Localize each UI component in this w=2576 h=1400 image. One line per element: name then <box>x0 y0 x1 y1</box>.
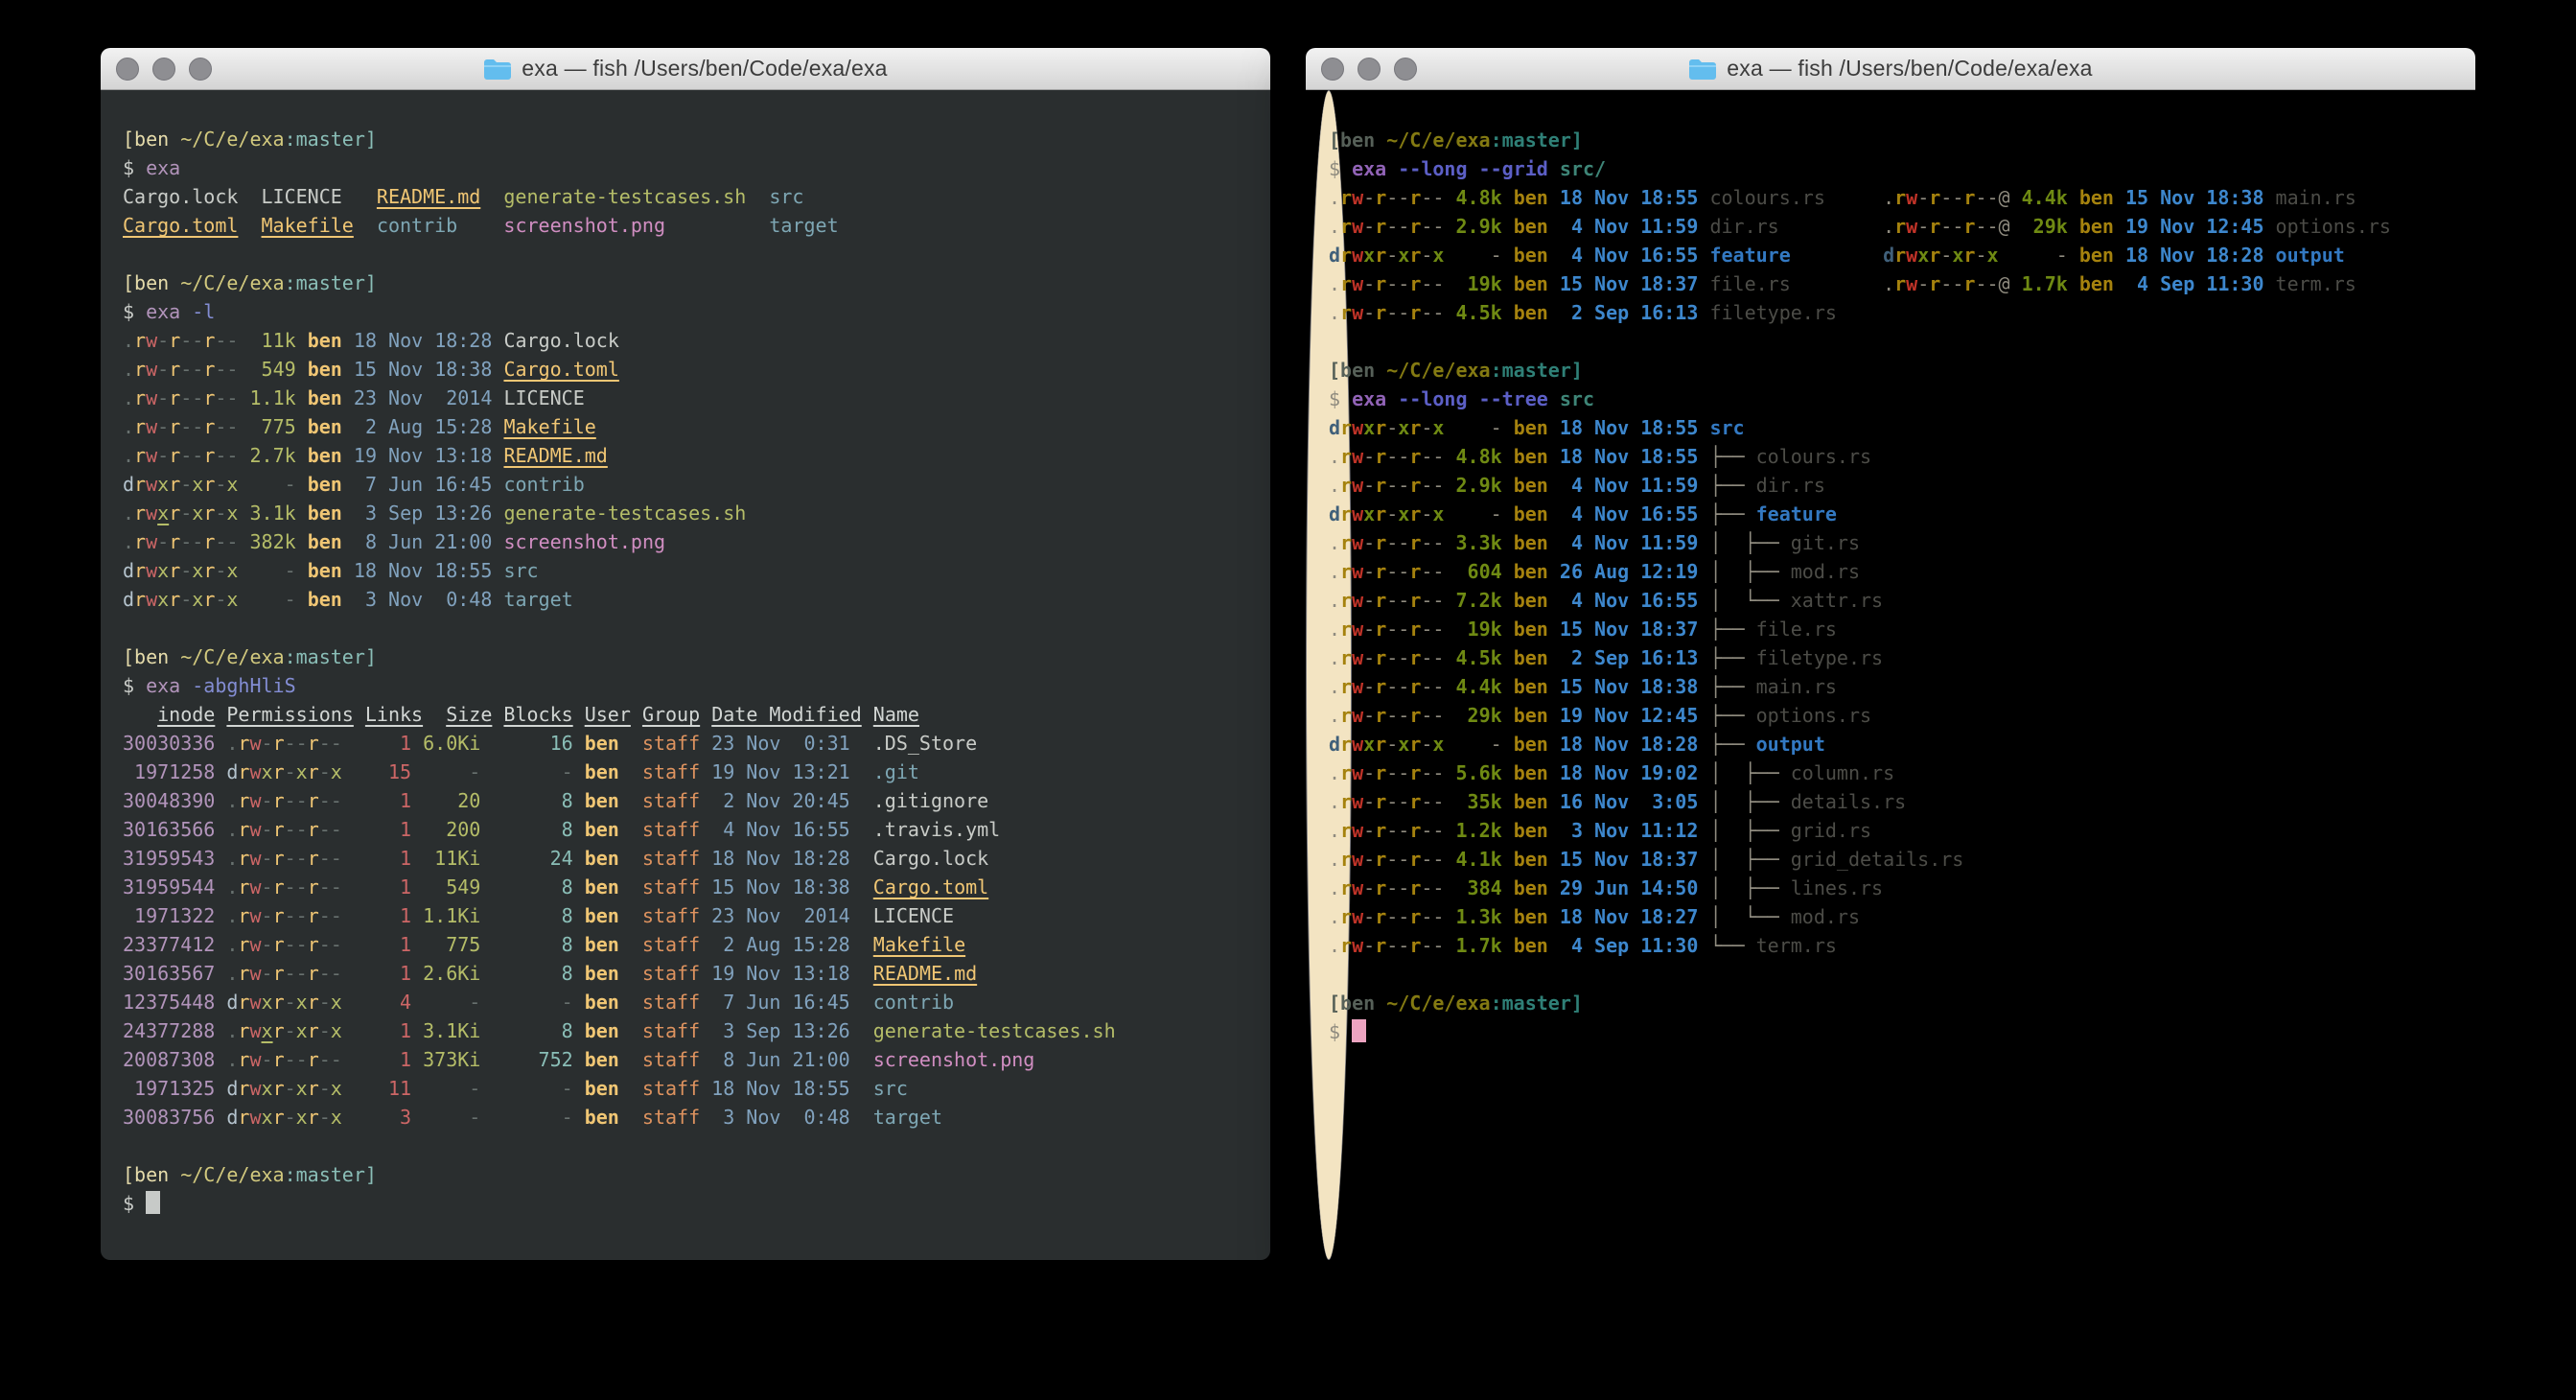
terminal-line: .rw-r--r-- 2.7k ben 19 Nov 13:18 README.… <box>123 441 1248 470</box>
terminal-line: .rw-r--r-- 11k ben 18 Nov 18:28 Cargo.lo… <box>123 326 1248 355</box>
terminal-line: 12375448 drwxr-xr-x 4 - - ben staff 7 Ju… <box>123 988 1248 1016</box>
terminal-line <box>123 614 1248 642</box>
terminal-line: drwxr-xr-x - ben 7 Jun 16:45 contrib <box>123 470 1248 499</box>
terminal-line: [ben ~/C/e/exa:master] <box>123 642 1248 671</box>
zoom-button[interactable] <box>189 58 212 81</box>
window-controls <box>116 48 212 89</box>
terminal-line: drwxr-xr-x - ben 3 Nov 0:48 target <box>123 585 1248 614</box>
terminal-line: 20087308 .rw-r--r-- 1 373Ki 752 ben staf… <box>123 1045 1248 1074</box>
window-title-group: exa — fish /Users/ben/Code/exa/exa <box>483 56 887 82</box>
terminal-cursor <box>146 1191 160 1214</box>
terminal-output-light[interactable]: [ben ~/C/e/exa:master]$ exa --long --gri… <box>1306 90 1352 1260</box>
title-bar[interactable]: exa — fish /Users/ben/Code/exa/exa <box>1306 48 2475 90</box>
terminal-line: .rw-r--r-- 549 ben 15 Nov 18:38 Cargo.to… <box>123 355 1248 384</box>
terminal-line: 30048390 .rw-r--r-- 1 20 8 ben staff 2 N… <box>123 786 1248 815</box>
terminal-line: inode Permissions Links Size Blocks User… <box>123 700 1248 729</box>
close-button[interactable] <box>116 58 139 81</box>
terminal-window-dark: exa — fish /Users/ben/Code/exa/exa [ben … <box>101 48 1270 1260</box>
zoom-button[interactable] <box>1394 58 1417 81</box>
terminal-line: 30083756 drwxr-xr-x 3 - - ben staff 3 No… <box>123 1103 1248 1132</box>
terminal-line: $ exa -abghHliS <box>123 671 1248 700</box>
terminal-line <box>123 240 1248 268</box>
minimize-button[interactable] <box>152 58 175 81</box>
terminal-line: [ben ~/C/e/exa:master] <box>123 1160 1248 1189</box>
terminal-window-light: exa — fish /Users/ben/Code/exa/exa [ben … <box>1306 48 2475 1260</box>
folder-icon <box>1688 58 1717 81</box>
terminal-line: drwxr-xr-x - ben 18 Nov 18:55 src <box>123 556 1248 585</box>
window-controls <box>1321 48 1417 89</box>
terminal-line: 1971322 .rw-r--r-- 1 1.1Ki 8 ben staff 2… <box>123 901 1248 930</box>
terminal-line: [ben ~/C/e/exa:master] <box>123 268 1248 297</box>
window-title: exa — fish /Users/ben/Code/exa/exa <box>522 56 887 82</box>
terminal-line <box>123 1132 1248 1160</box>
terminal-line: 1971258 drwxr-xr-x 15 - - ben staff 19 N… <box>123 758 1248 786</box>
close-button[interactable] <box>1321 58 1344 81</box>
terminal-line: [ben ~/C/e/exa:master] <box>123 125 1248 153</box>
terminal-line: .rwxr-xr-x 3.1k ben 3 Sep 13:26 generate… <box>123 499 1248 527</box>
terminal-line: 30163566 .rw-r--r-- 1 200 8 ben staff 4 … <box>123 815 1248 844</box>
window-title: exa — fish /Users/ben/Code/exa/exa <box>1727 56 2092 82</box>
terminal-line: Cargo.lock LICENCE README.md generate-te… <box>123 182 1248 211</box>
minimize-button[interactable] <box>1358 58 1381 81</box>
terminal-line: .rw-r--r-- 1.1k ben 23 Nov 2014 LICENCE <box>123 384 1248 412</box>
terminal-line: $ exa <box>123 153 1248 182</box>
terminal-line: 30163567 .rw-r--r-- 1 2.6Ki 8 ben staff … <box>123 959 1248 988</box>
terminal-line: 31959543 .rw-r--r-- 1 11Ki 24 ben staff … <box>123 844 1248 873</box>
terminal-line: 1971325 drwxr-xr-x 11 - - ben staff 18 N… <box>123 1074 1248 1103</box>
desktop: { "window_title": "exa — fish /Users/ben… <box>0 0 2576 1400</box>
terminal-output-dark[interactable]: [ben ~/C/e/exa:master]$ exaCargo.lock LI… <box>101 90 1270 1260</box>
title-bar[interactable]: exa — fish /Users/ben/Code/exa/exa <box>101 48 1270 90</box>
folder-icon <box>483 58 512 81</box>
terminal-line: Cargo.toml Makefile contrib screenshot.p… <box>123 211 1248 240</box>
terminal-line: 31959544 .rw-r--r-- 1 549 8 ben staff 15… <box>123 873 1248 901</box>
terminal-line: .rw-r--r-- 775 ben 2 Aug 15:28 Makefile <box>123 412 1248 441</box>
terminal-line: 24377288 .rwxr-xr-x 1 3.1Ki 8 ben staff … <box>123 1016 1248 1045</box>
terminal-line: $ exa -l <box>123 297 1248 326</box>
window-title-group: exa — fish /Users/ben/Code/exa/exa <box>1688 56 2092 82</box>
terminal-line: 30030336 .rw-r--r-- 1 6.0Ki 16 ben staff… <box>123 729 1248 758</box>
terminal-cursor <box>1352 1019 1366 1042</box>
terminal-line: $ <box>123 1189 1248 1218</box>
terminal-line: 23377412 .rw-r--r-- 1 775 8 ben staff 2 … <box>123 930 1248 959</box>
terminal-line: .rw-r--r-- 382k ben 8 Jun 21:00 screensh… <box>123 527 1248 556</box>
